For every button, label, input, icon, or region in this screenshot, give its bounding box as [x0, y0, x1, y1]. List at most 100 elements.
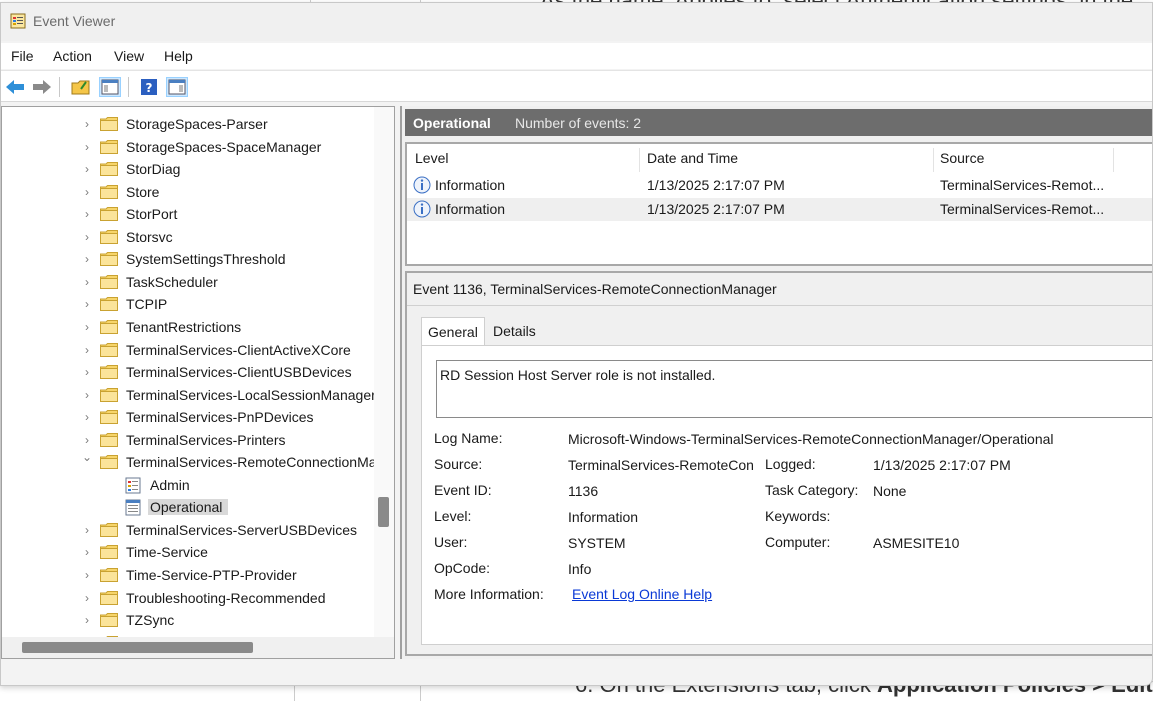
- tree-item-admin[interactable]: Admin: [2, 475, 374, 497]
- event-viewer-window: Event Viewer File Action View Help ? › St…: [0, 2, 1153, 686]
- chevron-right-icon[interactable]: ›: [82, 297, 92, 311]
- menu-file[interactable]: File: [11, 48, 34, 64]
- chevron-right-icon[interactable]: ›: [82, 185, 92, 199]
- tree-item-terminalservices-printers[interactable]: › TerminalServices-Printers: [2, 430, 374, 452]
- chevron-right-icon[interactable]: ›: [82, 117, 92, 131]
- folder-icon: [100, 207, 118, 222]
- tab-details[interactable]: Details: [487, 317, 542, 345]
- tree-item-storagespaces-parser[interactable]: › StorageSpaces-Parser: [2, 114, 374, 136]
- column-header-source[interactable]: Source: [940, 150, 984, 166]
- chevron-right-icon[interactable]: ›: [82, 365, 92, 379]
- tree-item-label: Troubleshooting-Recommended: [126, 589, 326, 606]
- chevron-right-icon[interactable]: ›: [82, 140, 92, 154]
- folder-icon: [100, 162, 118, 177]
- event-description: RD Session Host Server role is not insta…: [440, 367, 716, 383]
- tree-horizontal-scrollbar-thumb[interactable]: [22, 642, 253, 653]
- event-log-online-help-link[interactable]: Event Log Online Help: [572, 586, 712, 602]
- console-tree: › StorageSpaces-Parser › StorageSpaces-Spac…: [1, 106, 395, 659]
- column-divider[interactable]: [639, 148, 640, 172]
- chevron-right-icon[interactable]: ›: [82, 568, 92, 582]
- tree-item-terminalservices-remoteconnectionmanager[interactable]: ⌄ TerminalServices-RemoteConnectionManage…: [2, 450, 394, 474]
- tree-item-time-service-ptp-provider[interactable]: › Time-Service-PTP-Provider: [2, 565, 374, 587]
- tree-item-troubleshooting-recommended[interactable]: › Troubleshooting-Recommended: [2, 588, 374, 610]
- tree-item-label: TerminalServices-Printers: [126, 431, 286, 448]
- folder-icon: [100, 252, 118, 267]
- open-button[interactable]: [70, 77, 92, 97]
- tree-item-label: TerminalServices-PnPDevices: [126, 409, 314, 426]
- logged-label: Logged:: [765, 456, 816, 472]
- column-divider[interactable]: [933, 148, 934, 172]
- menu-view[interactable]: View: [114, 48, 144, 64]
- tree-item-label: TerminalServices-ClientUSBDevices: [126, 364, 352, 381]
- tree-item-terminalservices-serverusbdevices[interactable]: › TerminalServices-ServerUSBDevices: [2, 520, 374, 542]
- tree-item-storport[interactable]: › StorPort: [2, 204, 374, 226]
- chevron-right-icon[interactable]: ›: [82, 613, 92, 627]
- event-id-value: 1136: [568, 483, 599, 499]
- show-hide-console-tree-icon: [101, 79, 119, 95]
- tree-item-label: StorageSpaces-SpaceManager: [126, 138, 322, 155]
- back-button[interactable]: [4, 77, 26, 97]
- tree-item-label: Storsvc: [126, 228, 173, 245]
- tree-item-store[interactable]: › Store: [2, 182, 374, 204]
- chevron-down-icon[interactable]: ⌄: [82, 450, 92, 464]
- tree-item-label: StorageSpaces-Parser: [126, 116, 268, 132]
- forward-button[interactable]: [31, 77, 53, 97]
- event-row[interactable]: Information 1/13/2025 2:17:07 PM Termina…: [407, 174, 1152, 197]
- chevron-right-icon[interactable]: ›: [82, 275, 92, 289]
- tree-item-stordiag[interactable]: › StorDiag: [2, 159, 374, 181]
- tab-general[interactable]: General: [421, 317, 485, 345]
- event-detail-title: Event 1136, TerminalServices-RemoteConne…: [413, 281, 777, 297]
- chevron-right-icon[interactable]: ›: [82, 523, 92, 537]
- column-divider[interactable]: [1113, 148, 1114, 172]
- event-row[interactable]: Information 1/13/2025 2:17:07 PM Termina…: [407, 198, 1152, 221]
- chevron-right-icon[interactable]: ›: [82, 252, 92, 266]
- event-description-box[interactable]: RD Session Host Server role is not insta…: [436, 360, 1152, 418]
- tree-item-systemsettingsthreshold[interactable]: › SystemSettingsThreshold: [2, 249, 374, 271]
- column-header-level[interactable]: Level: [415, 150, 448, 166]
- tree-item-label: TCPIP: [126, 296, 168, 313]
- tree-item-terminalservices-clientactivexcore[interactable]: › TerminalServices-ClientActiveXCore: [2, 340, 374, 362]
- tree-item-tcpip[interactable]: › TCPIP: [2, 294, 374, 316]
- folder-icon: [100, 319, 118, 334]
- chevron-right-icon[interactable]: ›: [82, 162, 92, 176]
- tree-item-tzsync[interactable]: › TZSync: [2, 610, 374, 632]
- title-bar[interactable]: Event Viewer: [1, 3, 1152, 41]
- chevron-right-icon[interactable]: ›: [82, 388, 92, 402]
- general-tab-content: RD Session Host Server role is not insta…: [421, 345, 1152, 645]
- tree-item-time-service[interactable]: › Time-Service: [2, 542, 374, 564]
- chevron-right-icon[interactable]: ›: [82, 410, 92, 424]
- show-hide-console-tree-button[interactable]: [99, 77, 121, 97]
- chevron-right-icon[interactable]: ›: [82, 591, 92, 605]
- event-date-time: 1/13/2025 2:17:07 PM: [647, 201, 785, 217]
- chevron-right-icon[interactable]: ›: [82, 343, 92, 357]
- menu-action[interactable]: Action: [53, 48, 92, 64]
- tree-item-terminalservices-clientusbdevices[interactable]: › TerminalServices-ClientUSBDevices: [2, 362, 374, 384]
- chevron-right-icon[interactable]: ›: [82, 207, 92, 221]
- tree-item-storsvc[interactable]: › Storsvc: [2, 227, 374, 249]
- tree-item-taskscheduler[interactable]: › TaskScheduler: [2, 272, 374, 294]
- help-button[interactable]: ?: [138, 77, 160, 97]
- folder-icon: [100, 184, 118, 199]
- tree-item-label: Operational: [148, 499, 229, 516]
- show-hide-action-pane-button[interactable]: [166, 77, 188, 97]
- column-header-date-time[interactable]: Date and Time: [647, 150, 738, 166]
- tree-item-terminalservices-localsessionmanager[interactable]: › TerminalServices-LocalSessionManager: [2, 385, 376, 407]
- tree-item-storagespaces-spacemanager[interactable]: › StorageSpaces-SpaceManager: [2, 137, 374, 159]
- chevron-right-icon[interactable]: ›: [82, 545, 92, 559]
- menu-help[interactable]: Help: [164, 48, 193, 64]
- folder-icon: [100, 545, 118, 560]
- tree-vertical-scrollbar-thumb[interactable]: [378, 497, 389, 527]
- chevron-right-icon[interactable]: ›: [82, 320, 92, 334]
- folder-icon: [100, 387, 118, 402]
- tree-vertical-scrollbar[interactable]: [374, 107, 394, 637]
- logged-value: 1/13/2025 2:17:07 PM: [873, 457, 1011, 473]
- chevron-right-icon[interactable]: ›: [82, 433, 92, 447]
- opcode-label: OpCode:: [434, 560, 491, 576]
- chevron-right-icon[interactable]: ›: [82, 230, 92, 244]
- folder-icon: [100, 297, 118, 312]
- log-name-heading: Operational: [413, 115, 491, 131]
- tree-item-operational[interactable]: Operational: [2, 497, 374, 519]
- tree-item-tenantrestrictions[interactable]: › TenantRestrictions: [2, 317, 374, 339]
- tree-item-terminalservices-pnpdevices[interactable]: › TerminalServices-PnPDevices: [2, 407, 374, 429]
- level-value: Information: [568, 509, 639, 525]
